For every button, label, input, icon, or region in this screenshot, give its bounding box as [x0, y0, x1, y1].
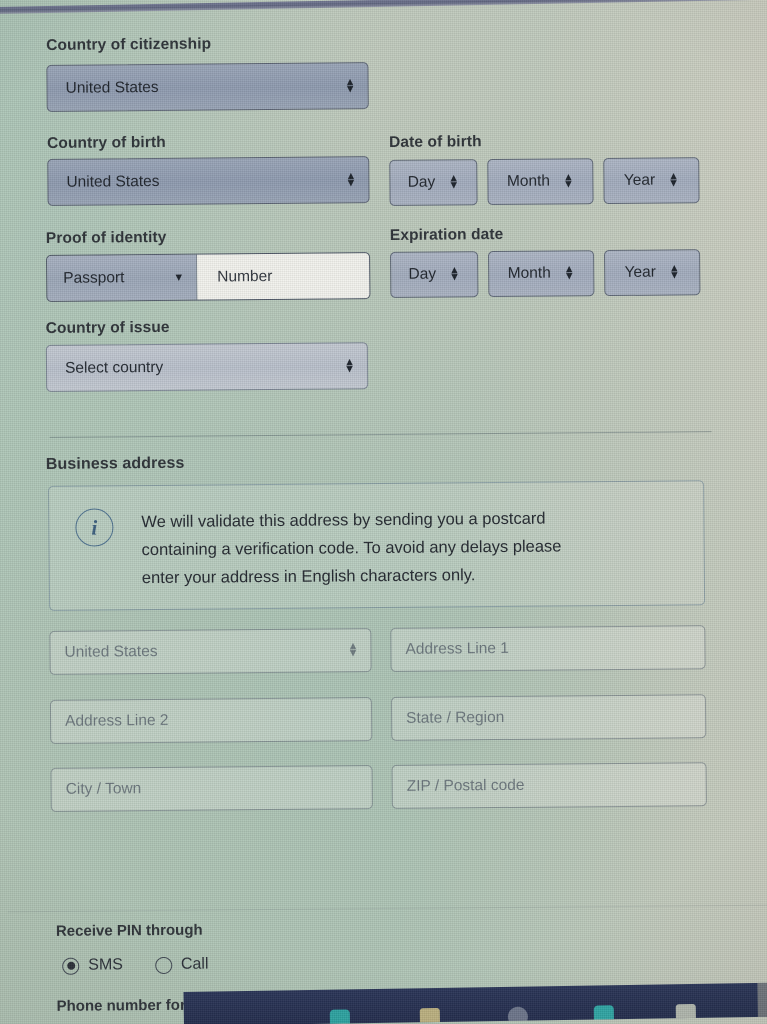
info-line-3: enter your address in English characters…	[141, 566, 476, 588]
city-town-placeholder: City / Town	[65, 780, 142, 798]
proof-of-identity-label: Proof of identity	[45, 228, 167, 247]
taskbar-icon-2[interactable]	[419, 1007, 441, 1024]
date-of-birth-group: Day ▲ ▼ Month ▲ ▼ Year ▲ ▼	[389, 157, 700, 206]
radio-sms[interactable]	[62, 957, 80, 975]
proof-of-identity-number-input[interactable]: Number	[197, 253, 370, 300]
expiration-label-wrap: Expiration date	[390, 226, 504, 245]
address-line-1-input[interactable]: Address Line 1	[390, 625, 706, 672]
receive-pin-options: SMS Call	[62, 955, 209, 975]
receive-pin-label: Receive PIN through	[55, 921, 203, 940]
birth-country-select[interactable]: United States ▲ ▼	[47, 156, 370, 206]
taskbar-icon-1[interactable]	[329, 1009, 351, 1024]
stepper-arrows-icon: ▲ ▼	[668, 262, 680, 282]
country-of-issue-label: Country of issue	[45, 318, 170, 337]
info-circle-icon: i	[75, 508, 114, 547]
stepper-arrows-icon: ▲ ▼	[344, 355, 356, 375]
registration-form-page: Country of citizenship United States ▲ ▼ …	[0, 17, 767, 1024]
dob-label-wrap: Date of birth	[389, 133, 482, 152]
dob-day-value: Day	[407, 173, 436, 191]
taskbar-right-edge	[757, 982, 767, 1017]
poi-label-wrap: Proof of identity	[46, 229, 167, 248]
radio-call[interactable]	[154, 956, 172, 974]
zip-postal-placeholder: ZIP / Postal code	[406, 776, 525, 795]
stepper-arrows-icon: ▲ ▼	[668, 170, 680, 190]
expiration-month-value: Month	[507, 264, 551, 282]
lower-divider	[7, 904, 767, 913]
radio-call-label: Call	[180, 955, 209, 973]
address-validation-info-box: i We will validate this address by sendi…	[48, 480, 706, 611]
proof-of-identity-number-placeholder: Number	[217, 267, 273, 285]
citizenship-label: Country of citizenship	[46, 35, 212, 54]
expiration-date-group: Day ▲ ▼ Month ▲ ▼ Year ▲ ▼	[390, 249, 701, 298]
expiration-year-value: Year	[624, 263, 657, 281]
birth-country-label-wrap: Country of birth	[47, 134, 166, 153]
proof-of-identity-group: Passport ▼ Number	[46, 252, 371, 302]
state-region-input[interactable]: State / Region	[390, 694, 707, 741]
business-address-heading-wrap: Business address	[46, 455, 185, 474]
zip-postal-input[interactable]: ZIP / Postal code	[391, 762, 707, 809]
expiration-month-select[interactable]: Month ▲ ▼	[488, 250, 595, 298]
dob-month-select[interactable]: Month ▲ ▼	[487, 158, 594, 206]
address-country-value: United States	[64, 642, 158, 661]
dob-year-value: Year	[623, 171, 656, 189]
monitor-screen: /step/individualInfo Country of citizens…	[0, 0, 767, 1024]
chevron-down-icon: ▼	[173, 271, 185, 284]
proof-of-identity-type-select[interactable]: Passport ▼	[47, 254, 198, 301]
country-of-issue-value: Select country	[64, 358, 164, 377]
citizenship-value: United States	[65, 78, 159, 97]
stepper-arrows-icon: ▲ ▼	[345, 169, 357, 189]
expiration-date-label: Expiration date	[389, 225, 504, 244]
address-line-1-placeholder: Address Line 1	[405, 639, 509, 658]
stepper-arrows-icon: ▲ ▼	[563, 263, 575, 283]
stepper-arrows-icon: ▲ ▼	[344, 75, 356, 95]
citizenship-select[interactable]: United States ▲ ▼	[46, 62, 369, 112]
business-address-heading: Business address	[45, 454, 185, 473]
country-of-issue-label-wrap: Country of issue	[46, 319, 170, 338]
section-divider	[49, 431, 712, 438]
dob-month-value: Month	[506, 172, 551, 190]
dob-year-select[interactable]: Year ▲ ▼	[603, 157, 700, 205]
dob-day-select[interactable]: Day ▲ ▼	[389, 159, 478, 206]
address-line-2-input[interactable]: Address Line 2	[49, 697, 373, 744]
info-line-2: containing a verification code. To avoid…	[141, 537, 562, 560]
browser-toolbar-line	[0, 0, 767, 14]
stepper-arrows-icon: ▲ ▼	[347, 640, 359, 660]
stepper-arrows-icon: ▲ ▼	[448, 172, 460, 192]
expiration-day-select[interactable]: Day ▲ ▼	[390, 251, 479, 298]
info-line-1: We will validate this address by sending…	[141, 509, 546, 532]
address-line-2-placeholder: Address Line 2	[65, 711, 169, 730]
citizenship-label-wrap: Country of citizenship	[46, 36, 211, 55]
country-of-issue-select[interactable]: Select country ▲ ▼	[45, 342, 369, 392]
state-region-placeholder: State / Region	[406, 708, 505, 727]
proof-of-identity-type-value: Passport	[63, 268, 125, 287]
city-town-input[interactable]: City / Town	[50, 765, 373, 812]
expiration-year-select[interactable]: Year ▲ ▼	[604, 249, 701, 297]
date-of-birth-label: Date of birth	[388, 133, 482, 151]
stepper-arrows-icon: ▲ ▼	[448, 264, 461, 284]
expiration-day-value: Day	[408, 265, 437, 283]
stepper-arrows-icon: ▲ ▼	[562, 171, 574, 191]
address-validation-info-text: We will validate this address by sending…	[141, 504, 562, 589]
address-country-select[interactable]: United States ▲ ▼	[49, 628, 372, 675]
birth-country-value: United States	[66, 172, 160, 191]
birth-country-label: Country of birth	[46, 133, 166, 152]
radio-sms-label: SMS	[88, 956, 123, 974]
